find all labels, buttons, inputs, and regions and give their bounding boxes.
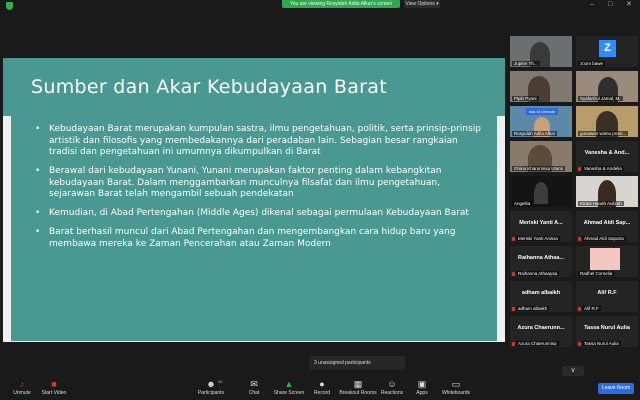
participant-name: Meriski Yanti Anissa bbox=[516, 236, 560, 241]
participant-video bbox=[590, 248, 620, 270]
participant-display-name: Tassa Nurul Aulia bbox=[584, 325, 630, 331]
mic-muted-icon bbox=[578, 342, 581, 346]
participant-name: Ahmad Aldi Saputra bbox=[582, 236, 626, 241]
breakout-rooms-icon: ▦ bbox=[353, 379, 363, 389]
view-options-button[interactable]: View Options ▾ bbox=[404, 0, 440, 8]
start-video-button[interactable]: ■ Start Video bbox=[32, 379, 76, 399]
participant-video bbox=[534, 182, 548, 204]
participant-name: Tassa Nurul Aulia bbox=[582, 341, 621, 346]
participant-name: zoom bawe bbox=[578, 61, 606, 66]
participant-tile[interactable]: Tassa Nurul Aulia Tassa Nurul Aulia bbox=[576, 316, 638, 347]
maximize-icon[interactable]: □ bbox=[608, 1, 612, 9]
slide-bullet: Kemudian, di Abad Pertengahan (Middle Ag… bbox=[31, 208, 483, 220]
whiteboards-label: Whiteboards bbox=[441, 390, 471, 396]
participant-name: Angelita bbox=[512, 201, 533, 206]
mic-muted-icon bbox=[578, 167, 581, 171]
participant-tile[interactable]: Pipih Pyani bbox=[510, 71, 572, 102]
apps-icon: ▣ bbox=[417, 379, 427, 389]
mic-muted-icon: ♪ bbox=[19, 379, 25, 389]
slide-bullet: Barat berhasil muncul dari Abad Pertenga… bbox=[31, 227, 483, 250]
participant-display-name: Alif R.F bbox=[597, 290, 617, 296]
participant-name: Pipih Pyani bbox=[512, 96, 539, 101]
participant-tile[interactable]: Raihanna Athaa... Raihanna Athaayaa bbox=[510, 246, 572, 277]
reactions-icon: ☺ bbox=[387, 379, 397, 389]
video-off-icon: ■ bbox=[51, 379, 57, 389]
participant-name: Ghina Kharunnisa Utami bbox=[512, 166, 566, 171]
participant-tile[interactable]: Ghina Kharunnisa Utami bbox=[510, 141, 572, 172]
participant-name: Kirani Hanah Aulizah bbox=[578, 201, 624, 206]
participant-gallery: Jupiter Th... Z zoom bawe Pipih Pyani Sy… bbox=[510, 36, 640, 366]
participants-button[interactable]: ☻ 55 Participants bbox=[189, 379, 233, 399]
participant-name: Syafarizul Jamal, M. bbox=[578, 96, 623, 101]
participant-display-name: Vanesha & And... bbox=[584, 150, 630, 156]
participant-display-name: Meriski Yanti A... bbox=[519, 220, 563, 226]
participants-count: 55 bbox=[218, 379, 223, 384]
meeting-toolbar: ♪ Unmute ■ Start Video ☻ 55 Participants… bbox=[0, 377, 640, 400]
whiteboards-icon: ▭ bbox=[451, 379, 461, 389]
gallery-scroll-down-button[interactable]: ∨ bbox=[562, 366, 584, 376]
share-screen-icon: ▲ bbox=[284, 379, 294, 389]
participant-name: Azura Chaerunnisa bbox=[516, 341, 559, 346]
unassigned-participants-notice[interactable]: 3 unassigned participants bbox=[309, 356, 405, 370]
close-icon[interactable]: ✕ bbox=[626, 1, 632, 9]
slide-bullet-list: Kebudayaan Barat merupakan kumpulan sast… bbox=[31, 124, 483, 258]
view-options-label: View Options bbox=[405, 1, 435, 7]
participant-display-name: Ahmad Aldi Sap... bbox=[583, 220, 631, 226]
participant-name: Radhel Cornelia bbox=[578, 271, 615, 276]
mic-muted-icon bbox=[512, 342, 515, 346]
security-shield-icon[interactable] bbox=[6, 2, 13, 10]
participant-name: adham albaikh bbox=[516, 306, 550, 311]
slide-title: Sumber dan Akar Kebudayaan Barat bbox=[31, 76, 387, 98]
participant-tile[interactable]: Angelita bbox=[510, 176, 572, 207]
participants-label: Participants bbox=[197, 390, 225, 396]
participant-name: Vanesha & Andelia bbox=[582, 166, 624, 171]
minimize-icon[interactable]: – bbox=[590, 1, 594, 9]
participant-name: Raihanna Athaayaa bbox=[516, 271, 560, 276]
participant-tile[interactable]: Azura Chaerunn... Azura Chaerunnisa bbox=[510, 316, 572, 347]
top-bar: You are viewing Rosyidah Adila Afkar's s… bbox=[0, 0, 640, 11]
participant-name: Jupiter Th... bbox=[512, 61, 540, 66]
participant-display-name: adham albaikh bbox=[521, 290, 561, 296]
slide-bullet: Berawal dari kebudayaan Yunani, Yunani m… bbox=[31, 166, 483, 201]
participant-tile[interactable]: Vanesha & And... Vanesha & Andelia bbox=[576, 141, 638, 172]
chevron-down-icon: ∨ bbox=[570, 367, 576, 374]
slide-bullet: Kebudayaan Barat merupakan kumpulan sast… bbox=[31, 124, 483, 159]
chat-icon: ✉ bbox=[250, 379, 258, 389]
participant-display-name: Raihanna Athaa... bbox=[518, 255, 564, 261]
participant-tile[interactable]: Z zoom bawe bbox=[576, 36, 638, 67]
participant-tile[interactable]: Ask to Unmute Rosyidah Adila Afkar bbox=[510, 106, 572, 137]
mic-muted-icon bbox=[512, 307, 515, 311]
viewing-screen-banner: You are viewing Rosyidah Adila Afkar's s… bbox=[282, 0, 400, 8]
participant-name: Rosyidah Adila Afkar bbox=[512, 131, 558, 136]
mic-muted-icon bbox=[512, 272, 515, 276]
participant-tile[interactable]: adham albaikh adham albaikh bbox=[510, 281, 572, 312]
start-video-label: Start Video bbox=[41, 390, 67, 396]
participant-tile[interactable]: Radhel Cornelia bbox=[576, 246, 638, 277]
participant-tile[interactable]: Kirani Hanah Aulizah bbox=[576, 176, 638, 207]
participant-tile[interactable]: Jupiter Th... bbox=[510, 36, 572, 67]
leave-room-button[interactable]: Leave Room bbox=[598, 383, 634, 394]
record-icon: ● bbox=[319, 379, 325, 389]
chevron-down-icon: ▾ bbox=[436, 1, 439, 7]
mic-muted-icon bbox=[578, 237, 581, 241]
participant-tile[interactable]: Ahmad Aldi Sap... Ahmad Aldi Saputra bbox=[576, 211, 638, 242]
mic-muted-icon bbox=[578, 307, 581, 311]
whiteboards-button[interactable]: ▭ Whiteboards bbox=[434, 379, 478, 399]
ask-to-unmute-button[interactable]: Ask to Unmute bbox=[526, 108, 558, 115]
avatar: Z bbox=[599, 40, 616, 57]
participants-icon: ☻ bbox=[206, 379, 216, 389]
participant-tile[interactable]: Syafarizul Jamal, M. bbox=[576, 71, 638, 102]
participant-name: Alif R.F bbox=[582, 306, 601, 311]
participant-name: gunawan wisnu pram... bbox=[578, 131, 629, 136]
participant-tile[interactable]: Meriski Yanti A... Meriski Yanti Anissa bbox=[510, 211, 572, 242]
participant-tile[interactable]: Alif R.F Alif R.F bbox=[576, 281, 638, 312]
participant-tile[interactable]: gunawan wisnu pram... bbox=[576, 106, 638, 137]
participant-display-name: Azura Chaerunn... bbox=[517, 325, 565, 331]
mic-muted-icon bbox=[512, 237, 515, 241]
